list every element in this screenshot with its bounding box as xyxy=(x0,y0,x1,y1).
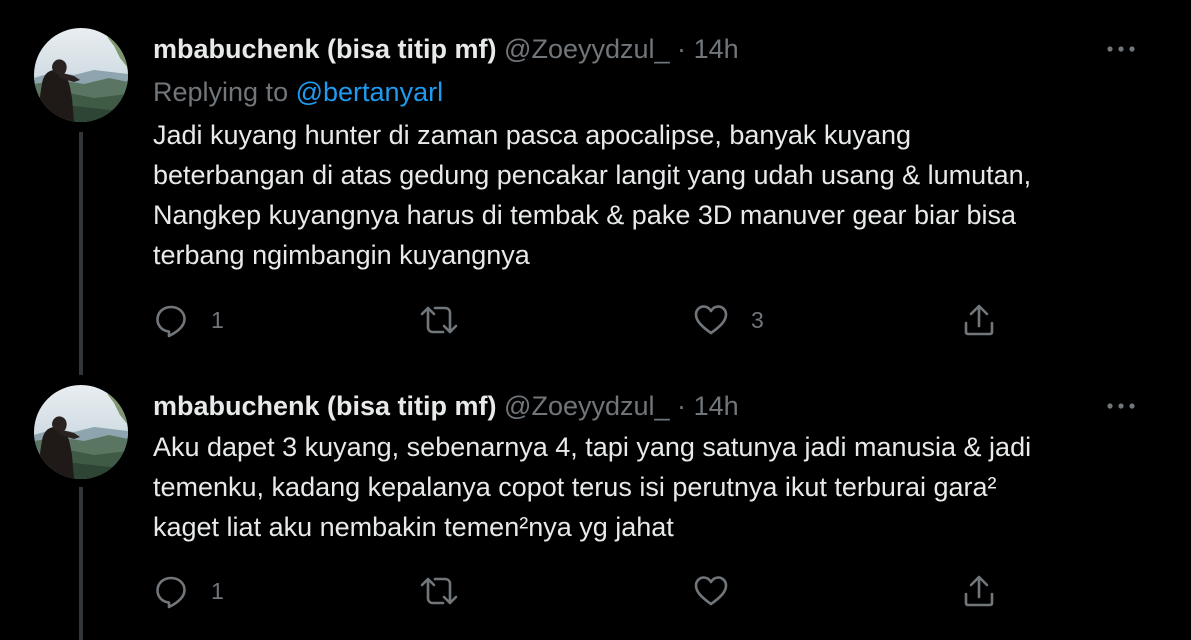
tweet-header: mbabuchenk (bisa titip mf) @Zoeyydzul_ ·… xyxy=(153,33,739,65)
reply-count: 1 xyxy=(211,577,224,604)
reply-count: 1 xyxy=(211,306,224,333)
tweet-actions: 1 3 xyxy=(153,300,1013,340)
retweet-button[interactable] xyxy=(419,571,459,611)
separator-dot: · xyxy=(677,34,687,64)
retweet-button[interactable] xyxy=(419,300,459,340)
tweet-text-line: temenku, kadang kepalanya copot terus is… xyxy=(153,472,997,502)
tweet-text-line: Aku dapet 3 kuyang, sebenarnya 4, tapi y… xyxy=(153,432,1032,462)
more-options-button[interactable] xyxy=(1103,394,1139,418)
user-handle[interactable]: @Zoeyydzul_ xyxy=(504,391,669,421)
tweet-text-line: kaget liat aku nembakin temen²nya yg jah… xyxy=(153,512,674,542)
user-handle[interactable]: @Zoeyydzul_ xyxy=(504,34,669,64)
avatar[interactable] xyxy=(34,385,128,479)
timestamp[interactable]: 14h xyxy=(694,391,739,421)
tweet-text-line: Jadi kuyang hunter di zaman pasca apocal… xyxy=(153,120,911,150)
reply-icon xyxy=(156,305,186,338)
tweet-actions: 1 xyxy=(153,571,1013,611)
tweet-text: Jadi kuyang hunter di zaman pasca apocal… xyxy=(153,115,1031,275)
timestamp[interactable]: 14h xyxy=(694,34,739,64)
replying-label: Replying to xyxy=(153,77,289,107)
tweet-header: mbabuchenk (bisa titip mf) @Zoeyydzul_ ·… xyxy=(153,390,739,422)
more-options-button[interactable] xyxy=(1103,37,1139,61)
separator-dot: · xyxy=(677,391,687,421)
reply-icon xyxy=(156,576,186,609)
share-button[interactable] xyxy=(961,300,997,340)
more-icon xyxy=(1107,403,1135,409)
reply-button[interactable]: 1 xyxy=(153,571,224,611)
display-name[interactable]: mbabuchenk (bisa titip mf) xyxy=(153,34,497,64)
display-name[interactable]: mbabuchenk (bisa titip mf) xyxy=(153,391,497,421)
tweet-text-line: Nangkep kuyangnya harus di tembak & pake… xyxy=(153,200,1016,230)
like-icon xyxy=(694,576,728,606)
mention-link[interactable]: @bertanyarl xyxy=(296,77,443,107)
share-button[interactable] xyxy=(961,571,997,611)
tweet[interactable]: mbabuchenk (bisa titip mf) @Zoeyydzul_ ·… xyxy=(0,0,1191,375)
replying-to: Replying to @bertanyarl xyxy=(153,76,443,108)
thread-line xyxy=(79,132,83,375)
retweet-icon xyxy=(420,577,458,605)
more-icon xyxy=(1107,46,1135,52)
like-button[interactable] xyxy=(693,571,729,611)
share-icon xyxy=(964,304,994,336)
tweet-text-line: terbang ngimbangin kuyangnya xyxy=(153,240,530,270)
thread-line xyxy=(79,487,83,640)
like-button[interactable]: 3 xyxy=(693,300,764,340)
tweet-text-line: beterbangan di atas gedung pencakar lang… xyxy=(153,160,1032,190)
tweet-text: Aku dapet 3 kuyang, sebenarnya 4, tapi y… xyxy=(153,427,1031,547)
share-icon xyxy=(964,575,994,607)
avatar[interactable] xyxy=(34,28,128,122)
reply-button[interactable]: 1 xyxy=(153,300,224,340)
like-icon xyxy=(694,305,728,335)
tweet[interactable]: mbabuchenk (bisa titip mf) @Zoeyydzul_ ·… xyxy=(0,375,1191,640)
retweet-icon xyxy=(420,306,458,334)
like-count: 3 xyxy=(751,306,764,333)
